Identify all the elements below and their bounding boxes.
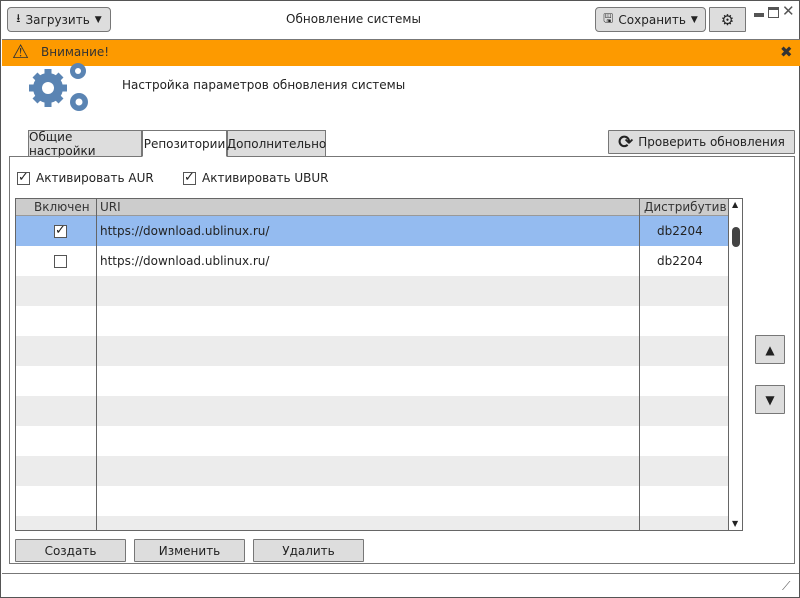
floppy-icon: 🖫 [603,11,614,25]
check-updates-button[interactable]: ⟳ Проверить обновления [608,130,795,154]
tab-general[interactable]: Общие настройки [28,129,142,158]
tab-label: Общие настройки [29,129,96,158]
table-row[interactable]: ✓ https://download.ublinux.ru/ db2204 [16,216,728,246]
table-header: Включен URI Дистрибутив [16,199,728,216]
uri-cell: https://download.ublinux.ru/ [100,254,270,268]
dist-cell: db2204 [657,254,703,268]
enabled-checkbox[interactable]: ✓ [54,216,67,246]
ubur-checkbox[interactable]: ✓ Активировать UBUR [183,171,329,185]
chevron-down-icon: ▼ [690,14,698,25]
table-row[interactable] [16,336,728,366]
close-button[interactable]: ✕ [782,2,795,20]
uri-cell: https://download.ublinux.ru/ [100,224,270,238]
aur-checkbox[interactable]: ✓ Активировать AUR [17,171,154,185]
arrow-down-icon: ▼ [765,392,775,407]
edit-label: Изменить [158,543,221,558]
table-row[interactable] [16,516,728,530]
ubur-label: Активировать UBUR [202,171,329,185]
move-up-button[interactable]: ▲ [755,335,785,364]
checkbox-icon [54,255,67,268]
create-label: Создать [44,543,97,558]
header-subtitle: Настройка параметров обновления системы [122,78,406,92]
table-row[interactable] [16,366,728,396]
maximize-button[interactable] [768,7,779,18]
checkbox-icon: ✓ [17,169,30,185]
scroll-up-icon[interactable]: ▲ [732,200,738,209]
tab-label: Репозитории [143,136,226,151]
table-row[interactable] [16,486,728,516]
load-button[interactable]: ⭳ Загрузить ▼ [7,7,111,32]
resize-grip-icon[interactable]: ⟋ [782,579,790,594]
refresh-icon: ⟳ [618,131,634,153]
dist-cell: db2204 [657,224,703,238]
column-enabled[interactable]: Включен [34,199,90,216]
gear-icon: ⚙ [720,10,735,29]
scroll-down-icon[interactable]: ▼ [732,519,738,528]
alert-bar: ⚠ Внимание! ✖ [2,39,800,66]
table-row[interactable] [16,276,728,306]
main-window: ⭳ Загрузить ▼ Обновление системы 🖫 Сохра… [0,0,800,598]
checkbox-icon: ✓ [183,169,196,185]
check-updates-label: Проверить обновления [638,135,785,149]
column-dist[interactable]: Дистрибутив [644,199,727,216]
scroll-thumb[interactable] [732,227,740,247]
download-icon: ⭳ [16,11,21,25]
settings-button[interactable]: ⚙ [709,7,746,32]
table-row[interactable] [16,306,728,336]
table-row[interactable] [16,396,728,426]
repositories-table: ✓ https://download.ublinux.ru/ db2204 ht… [15,198,743,531]
delete-label: Удалить [282,543,335,558]
table-row[interactable]: https://download.ublinux.ru/ db2204 [16,246,728,276]
enabled-checkbox[interactable] [54,246,67,276]
warning-icon: ⚠ [12,41,30,63]
chevron-down-icon: ▼ [94,14,102,25]
window-title: Обновление системы [286,12,421,26]
tab-repositories[interactable]: Репозитории [142,130,227,157]
tab-label: Дополнительно [226,136,327,151]
column-uri[interactable]: URI [100,199,121,216]
load-label: Загрузить [25,12,90,27]
tab-advanced[interactable]: Дополнительно [227,130,326,157]
edit-button[interactable]: Изменить [134,539,245,562]
table-scrollbar[interactable]: ▲ ▼ [728,199,742,530]
alert-text: Внимание! [41,45,110,59]
save-button[interactable]: 🖫 Сохранить ▼ [595,7,706,32]
move-down-button[interactable]: ▼ [755,385,785,414]
table-row[interactable] [16,456,728,486]
checkbox-icon: ✓ [54,223,67,238]
create-button[interactable]: Создать [15,539,126,562]
close-alert-icon[interactable]: ✖ [780,43,793,61]
delete-button[interactable]: Удалить [253,539,364,562]
status-bar-divider [2,573,799,574]
save-label: Сохранить [618,12,686,27]
gears-icon [29,63,88,111]
arrow-up-icon: ▲ [765,342,775,357]
table-row[interactable] [16,426,728,456]
minimize-button[interactable] [754,13,764,17]
aur-label: Активировать AUR [36,171,154,185]
